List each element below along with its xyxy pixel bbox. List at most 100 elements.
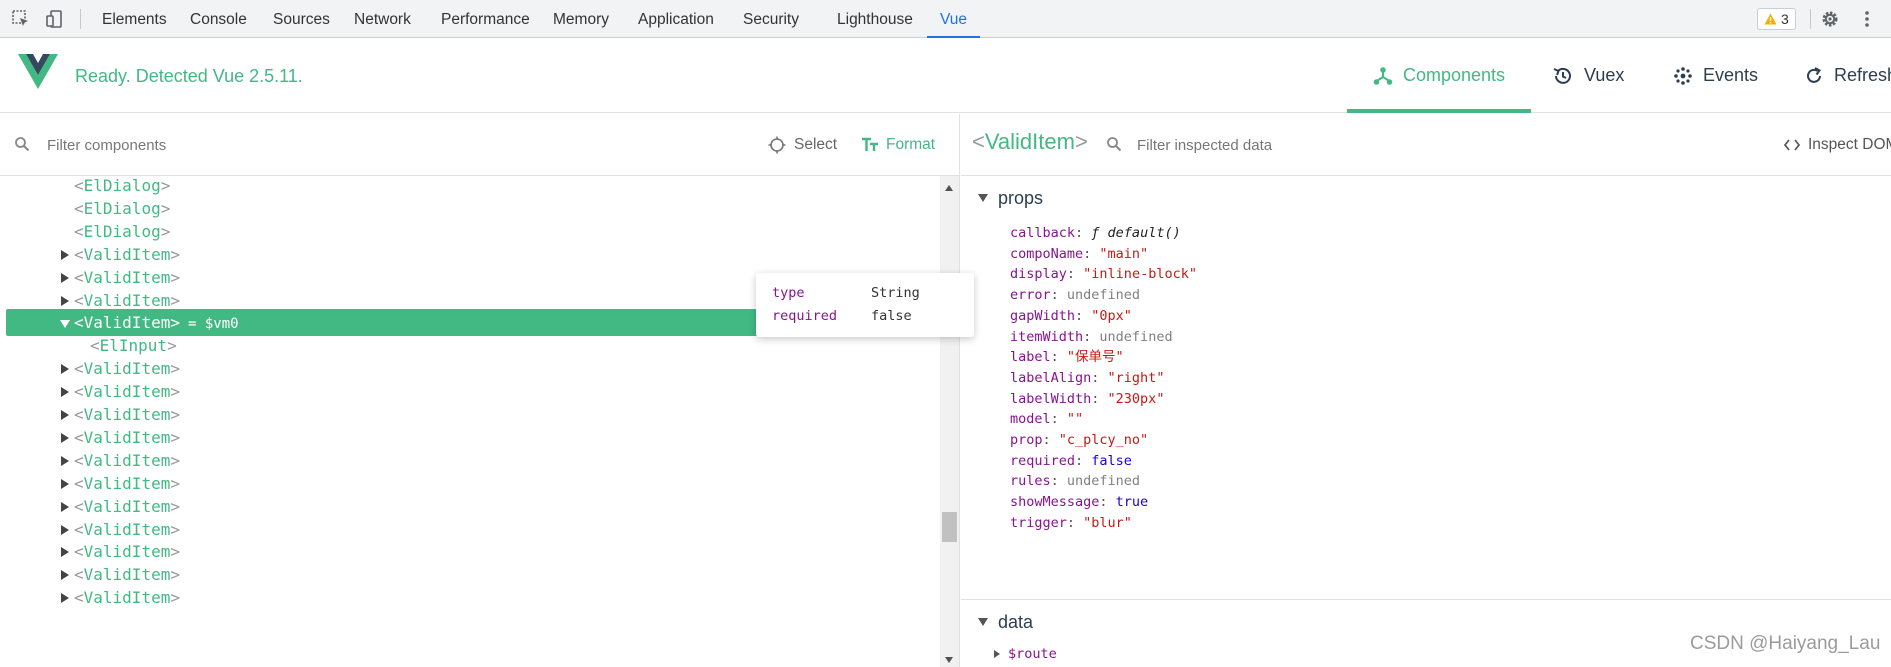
expand-arrow-icon[interactable]	[61, 387, 69, 398]
expand-arrow-icon[interactable]	[61, 272, 69, 283]
section-divider	[961, 599, 1891, 600]
tab-components[interactable]: Components	[1346, 38, 1532, 113]
prop-key: display	[1010, 266, 1067, 283]
tooltip-key: required	[772, 308, 838, 324]
expand-arrow-icon[interactable]	[61, 593, 69, 604]
prop-value: "right"	[1107, 369, 1165, 386]
prop-row-error[interactable]: error: undefined	[1010, 285, 1140, 305]
expand-arrow-icon[interactable]	[61, 455, 69, 466]
inspected-component-name: ValidItem	[984, 129, 1075, 154]
tab-vuex-label: Vuex	[1584, 65, 1625, 85]
events-icon	[1674, 66, 1692, 85]
inspected-component-title: <ValidItem>	[972, 129, 1088, 154]
expand-arrow-icon[interactable]	[61, 249, 69, 260]
prop-row-display[interactable]: display: "inline-block"	[1010, 264, 1197, 284]
components-pane: Select Format <ElDialog><ElDialog><ElDia…	[0, 114, 960, 667]
prop-key: required	[1010, 452, 1076, 469]
prop-row-showmessage[interactable]: showMessage: true	[1010, 492, 1148, 512]
text-format-icon	[862, 137, 878, 151]
refresh-button[interactable]: Refresh	[1804, 38, 1891, 113]
prop-row-componame[interactable]: compoName: "main"	[1010, 244, 1148, 264]
prop-row-callback[interactable]: callback: ƒ default()	[1010, 223, 1181, 243]
settings-gear-icon[interactable]	[1820, 9, 1840, 29]
collapse-arrow-icon[interactable]	[60, 320, 70, 329]
prop-key: compoName	[1010, 245, 1084, 262]
tab-memory[interactable]: Memory	[553, 0, 609, 38]
component-name: ValidItem	[83, 450, 171, 470]
inspect-dom-label: Inspect DOM	[1808, 136, 1891, 153]
prop-row-model[interactable]: model: ""	[1010, 409, 1083, 429]
prop-row-labelalign[interactable]: labelAlign: "right"	[1010, 368, 1164, 388]
prop-row-trigger[interactable]: trigger: "blur"	[1010, 513, 1132, 533]
props-section-toggle[interactable]: props	[978, 186, 1043, 210]
tab-events-label: Events	[1703, 65, 1759, 85]
components-filter-bar: Select Format	[0, 114, 960, 176]
expand-arrow-icon[interactable]	[61, 432, 69, 443]
expand-arrow-icon[interactable]	[61, 547, 69, 558]
component-name: ValidItem	[83, 359, 171, 379]
tree-node-validitem[interactable]: <ValidItem>	[6, 584, 932, 611]
expand-arrow-icon[interactable]	[61, 364, 69, 375]
expand-arrow-icon	[994, 650, 1000, 658]
prop-key: labelAlign	[1010, 369, 1092, 386]
scroll-up-arrow-icon[interactable]	[945, 185, 953, 191]
scrollbar-thumb[interactable]	[942, 512, 957, 542]
device-toolbar-icon[interactable]	[45, 9, 65, 29]
tab-security[interactable]: Security	[743, 0, 799, 38]
prop-value: undefined	[1066, 473, 1141, 490]
expand-arrow-icon[interactable]	[61, 410, 69, 420]
tab-elements[interactable]: Elements	[102, 0, 167, 38]
prop-row-rules[interactable]: rules: undefined	[1010, 471, 1140, 491]
component-name: ValidItem	[83, 244, 171, 264]
data-section-toggle[interactable]: data	[978, 610, 1033, 634]
vue-detected-status: Ready. Detected Vue 2.5.11.	[75, 66, 303, 86]
prop-row-label[interactable]: label: "保单号"	[1010, 347, 1124, 367]
tab-console[interactable]: Console	[190, 0, 247, 38]
components-icon	[1373, 66, 1393, 85]
expand-arrow-icon[interactable]	[61, 501, 69, 512]
filter-inspected-data-input[interactable]	[1137, 134, 1537, 156]
tab-application[interactable]: Application	[638, 0, 714, 38]
prop-key: prop	[1010, 432, 1043, 448]
component-name: ValidItem	[83, 290, 171, 310]
prop-value: "inline-block"	[1083, 266, 1197, 283]
data-item-route[interactable]: $route	[994, 644, 1057, 664]
prop-row-gapwidth[interactable]: gapWidth: "0px"	[1010, 306, 1132, 326]
format-toggle-button[interactable]: Format	[861, 133, 935, 157]
component-name: ValidItem	[83, 565, 171, 585]
tooltip-value: String	[871, 285, 920, 301]
tab-vue[interactable]: Vue	[926, 0, 981, 39]
component-name: ValidItem	[83, 473, 171, 493]
tab-performance[interactable]: Performance	[441, 0, 530, 38]
history-icon	[1553, 67, 1571, 84]
scroll-down-arrow-icon[interactable]	[945, 657, 953, 663]
component-tree: <ElDialog> <ElDialog> <ElDialog> <ValidItem…	[0, 176, 940, 667]
filter-components-input[interactable]	[47, 134, 547, 156]
expand-arrow-icon[interactable]	[61, 478, 69, 489]
tab-sources[interactable]: Sources	[273, 0, 330, 38]
prop-row-itemwidth[interactable]: itemWidth: undefined	[1010, 327, 1173, 347]
expand-arrow-icon[interactable]	[61, 295, 69, 306]
select-component-button[interactable]: Select	[768, 133, 837, 157]
inspect-element-icon[interactable]	[11, 9, 31, 29]
prop-value: ƒ default()	[1091, 225, 1181, 241]
select-label: Select	[794, 136, 838, 153]
prop-row-prop[interactable]: prop: "c_plcy_no"	[1010, 430, 1148, 450]
warnings-badge[interactable]: 3	[1757, 8, 1796, 30]
prop-key: trigger	[1010, 514, 1067, 531]
component-name: ElInput	[99, 336, 168, 356]
prop-row-required[interactable]: required: false	[1010, 451, 1132, 471]
expand-arrow-icon[interactable]	[61, 524, 69, 535]
expand-arrow-icon[interactable]	[61, 570, 69, 581]
tab-network[interactable]: Network	[354, 0, 411, 38]
tab-events[interactable]: Events	[1673, 38, 1758, 113]
vm-reference: = $vm0	[187, 316, 239, 333]
tab-vuex[interactable]: Vuex	[1552, 38, 1624, 113]
more-options-icon[interactable]	[1857, 9, 1877, 29]
tree-scrollbar[interactable]	[940, 176, 959, 667]
inspect-dom-button[interactable]: Inspect DOM	[1784, 133, 1891, 157]
tab-lighthouse[interactable]: Lighthouse	[837, 0, 913, 38]
crosshair-icon	[768, 136, 786, 154]
prop-row-labelwidth[interactable]: labelWidth: "230px"	[1010, 389, 1164, 409]
prop-key: itemWidth	[1010, 328, 1084, 345]
